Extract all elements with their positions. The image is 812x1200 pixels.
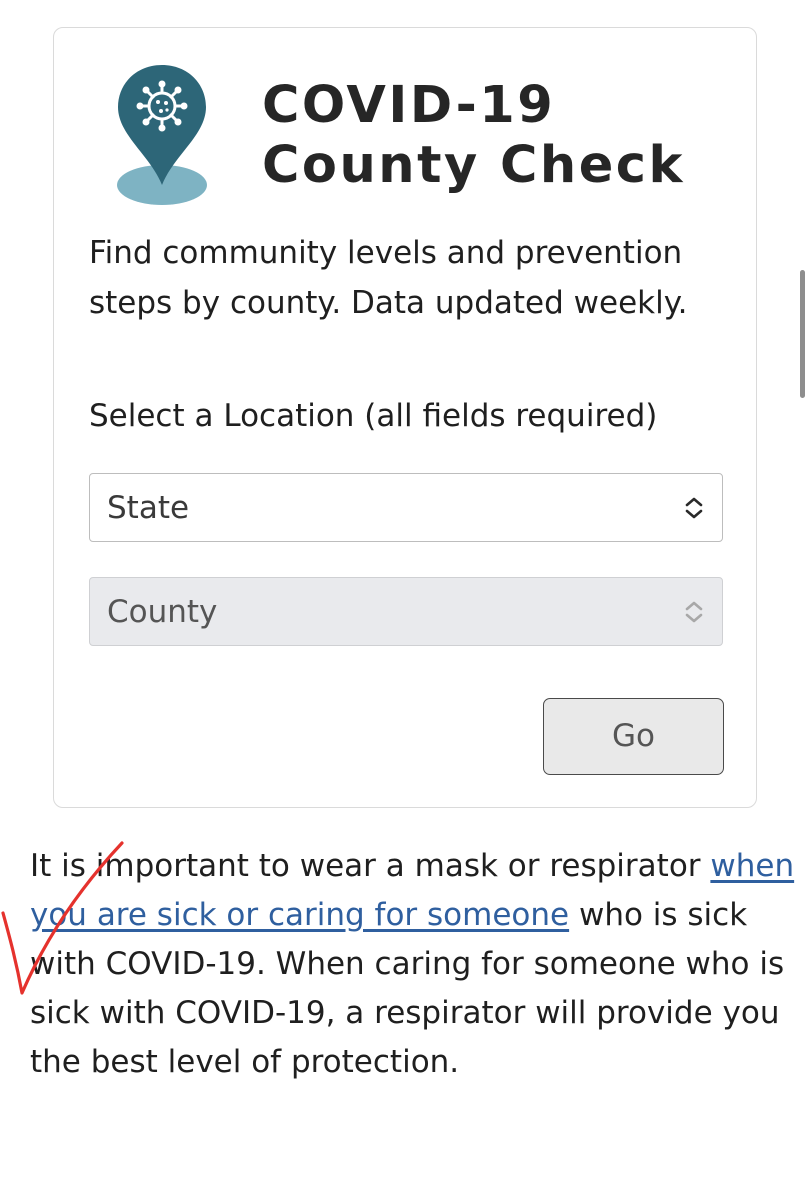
title-line-1: COVID-19 [262, 76, 556, 135]
virus-map-pin-icon [117, 65, 207, 205]
title-line-2: County Check [262, 136, 685, 195]
go-button[interactable]: Go [543, 698, 724, 775]
card-description: Find community levels and prevention ste… [89, 235, 688, 321]
paragraph-text-start: It is important to wear a mask or respir… [30, 848, 711, 884]
chevron-up-down-icon [685, 601, 703, 623]
scrollbar-thumb[interactable] [800, 270, 805, 398]
county-select[interactable]: County [89, 577, 723, 646]
state-select[interactable]: State [89, 473, 723, 542]
chevron-up-down-icon [685, 497, 703, 519]
page-title: COVID-19 County Check [262, 76, 685, 196]
article-paragraph: It is important to wear a mask or respir… [30, 842, 800, 1087]
location-label: Select a Location (all fields required) [89, 398, 658, 434]
county-select-value: County [107, 594, 218, 630]
state-select-value: State [107, 490, 190, 526]
